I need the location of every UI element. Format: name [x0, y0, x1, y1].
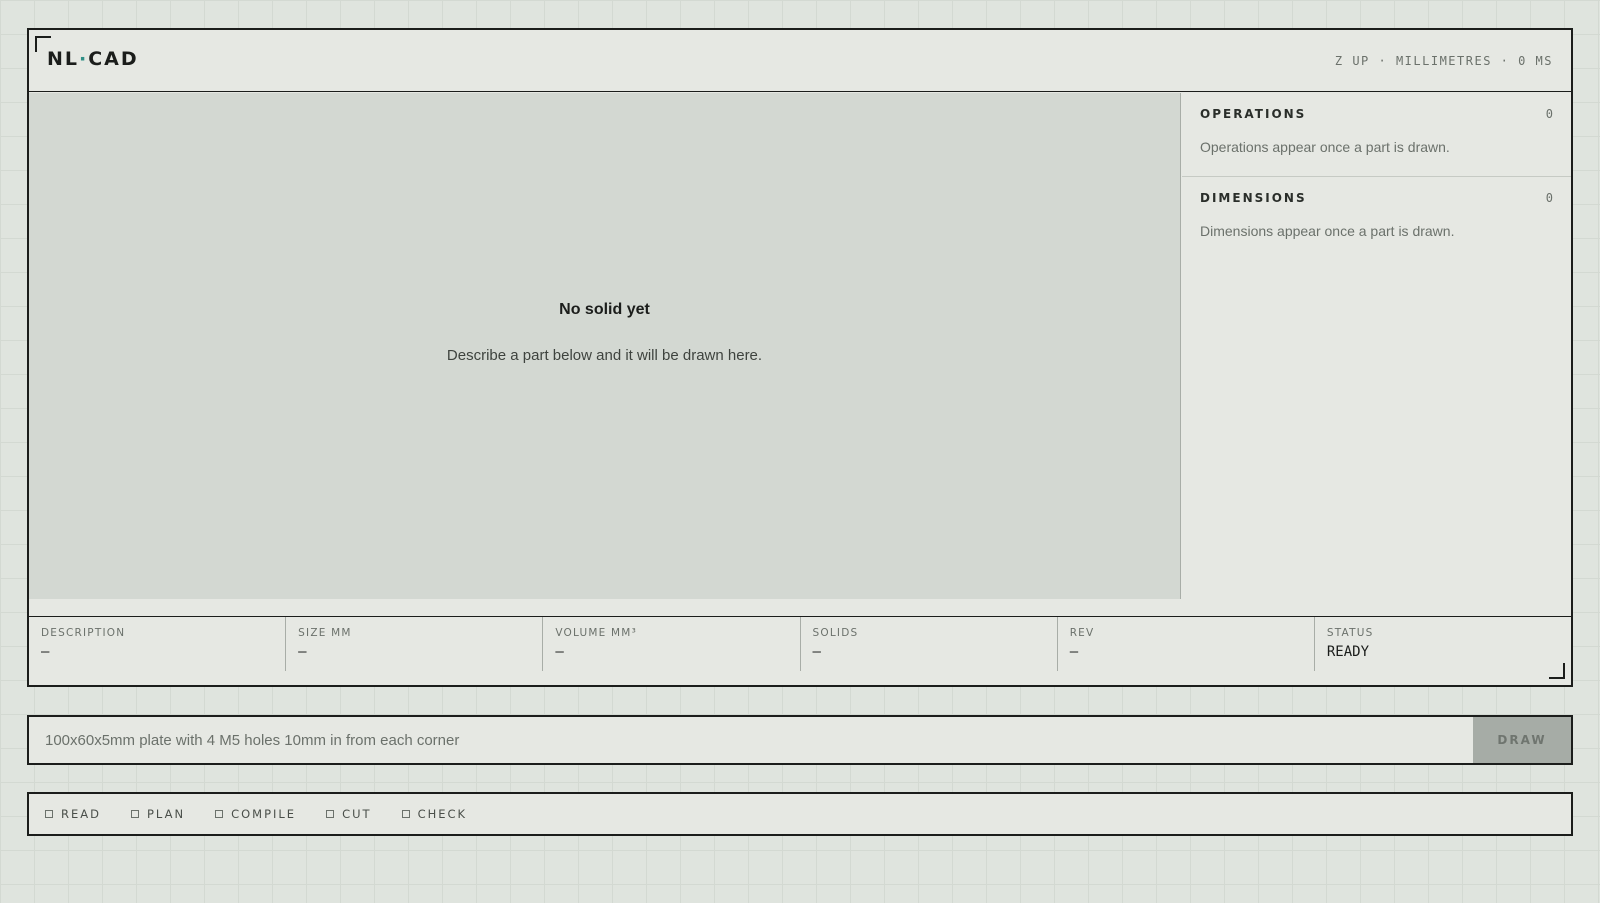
step-checkbox-icon: [130, 810, 139, 818]
stat-label: REV: [1069, 627, 1095, 639]
stat-status: STATUS READY: [1315, 617, 1571, 671]
stat-value: –: [298, 644, 307, 660]
stats-bar: DESCRIPTION – SIZE MM – VOLUME MM³ – SOL…: [29, 616, 1571, 671]
empty-state-title: No solid yet: [559, 301, 650, 318]
app-logo: NL·CAD: [47, 48, 139, 70]
app-header: NL·CAD Z UP · MILLIMETRES · 0 MS: [29, 30, 1571, 92]
step-checkbox-icon: [215, 810, 224, 818]
units-readout: Z UP · MILLIMETRES · 0 MS: [1334, 54, 1553, 68]
stat-volume: VOLUME MM³ –: [543, 617, 801, 671]
draw-button[interactable]: DRAW: [1473, 717, 1571, 763]
inspector-sidebar: OPERATIONS 0 Operations appear once a pa…: [1182, 93, 1571, 599]
pipeline-step-cut: CUT: [326, 807, 371, 821]
stat-value: –: [1069, 644, 1079, 660]
step-label: COMPILE: [231, 807, 297, 821]
pipeline-step-plan: PLAN: [130, 807, 186, 821]
operations-section: OPERATIONS 0 Operations appear once a pa…: [1182, 93, 1571, 177]
prompt-bar: DRAW: [27, 715, 1573, 765]
dimensions-title: DIMENSIONS: [1200, 191, 1307, 205]
dimensions-section: DIMENSIONS 0 Dimensions appear once a pa…: [1182, 177, 1571, 261]
stat-size: SIZE MM –: [286, 617, 544, 671]
stat-label: VOLUME MM³: [555, 627, 637, 639]
step-checkbox-icon: [45, 810, 53, 818]
3d-viewport[interactable]: No solid yet Describe a part below and i…: [29, 93, 1181, 599]
stat-description: DESCRIPTION –: [29, 617, 287, 671]
pipeline-step-read: READ: [45, 807, 101, 821]
step-label: READ: [61, 807, 101, 821]
stat-rev: REV –: [1058, 617, 1315, 671]
part-description-input[interactable]: [29, 717, 1473, 763]
status-value: READY: [1326, 644, 1370, 660]
operations-count: 0: [1545, 107, 1553, 121]
corner-mark-bottom-right: [1549, 663, 1565, 679]
dimensions-count: 0: [1545, 191, 1553, 205]
step-label: PLAN: [146, 807, 186, 821]
stat-solids: SOLIDS –: [801, 617, 1058, 671]
pipeline-steps: READ PLAN COMPILE CUT CHECK: [27, 792, 1573, 836]
step-checkbox-icon: [401, 810, 410, 818]
operations-empty-text: Operations appear once a part is drawn.: [1200, 139, 1450, 155]
main-panel: NL·CAD Z UP · MILLIMETRES · 0 MS No soli…: [27, 28, 1573, 687]
stat-value: –: [812, 644, 821, 660]
pipeline-step-compile: COMPILE: [215, 807, 296, 821]
stat-label: STATUS: [1326, 627, 1374, 639]
step-label: CUT: [342, 807, 372, 821]
operations-title: OPERATIONS: [1200, 107, 1307, 121]
step-label: CHECK: [417, 807, 468, 821]
empty-state-subtitle: Describe a part below and it will be dra…: [446, 347, 763, 364]
stat-label: SOLIDS: [812, 627, 859, 639]
dimensions-empty-text: Dimensions appear once a part is drawn.: [1200, 223, 1455, 239]
stat-value: –: [555, 644, 564, 660]
stat-label: DESCRIPTION: [41, 627, 126, 639]
stat-label: SIZE MM: [298, 627, 352, 639]
stat-value: –: [41, 644, 50, 660]
step-checkbox-icon: [326, 810, 335, 818]
pipeline-step-check: CHECK: [401, 807, 468, 821]
